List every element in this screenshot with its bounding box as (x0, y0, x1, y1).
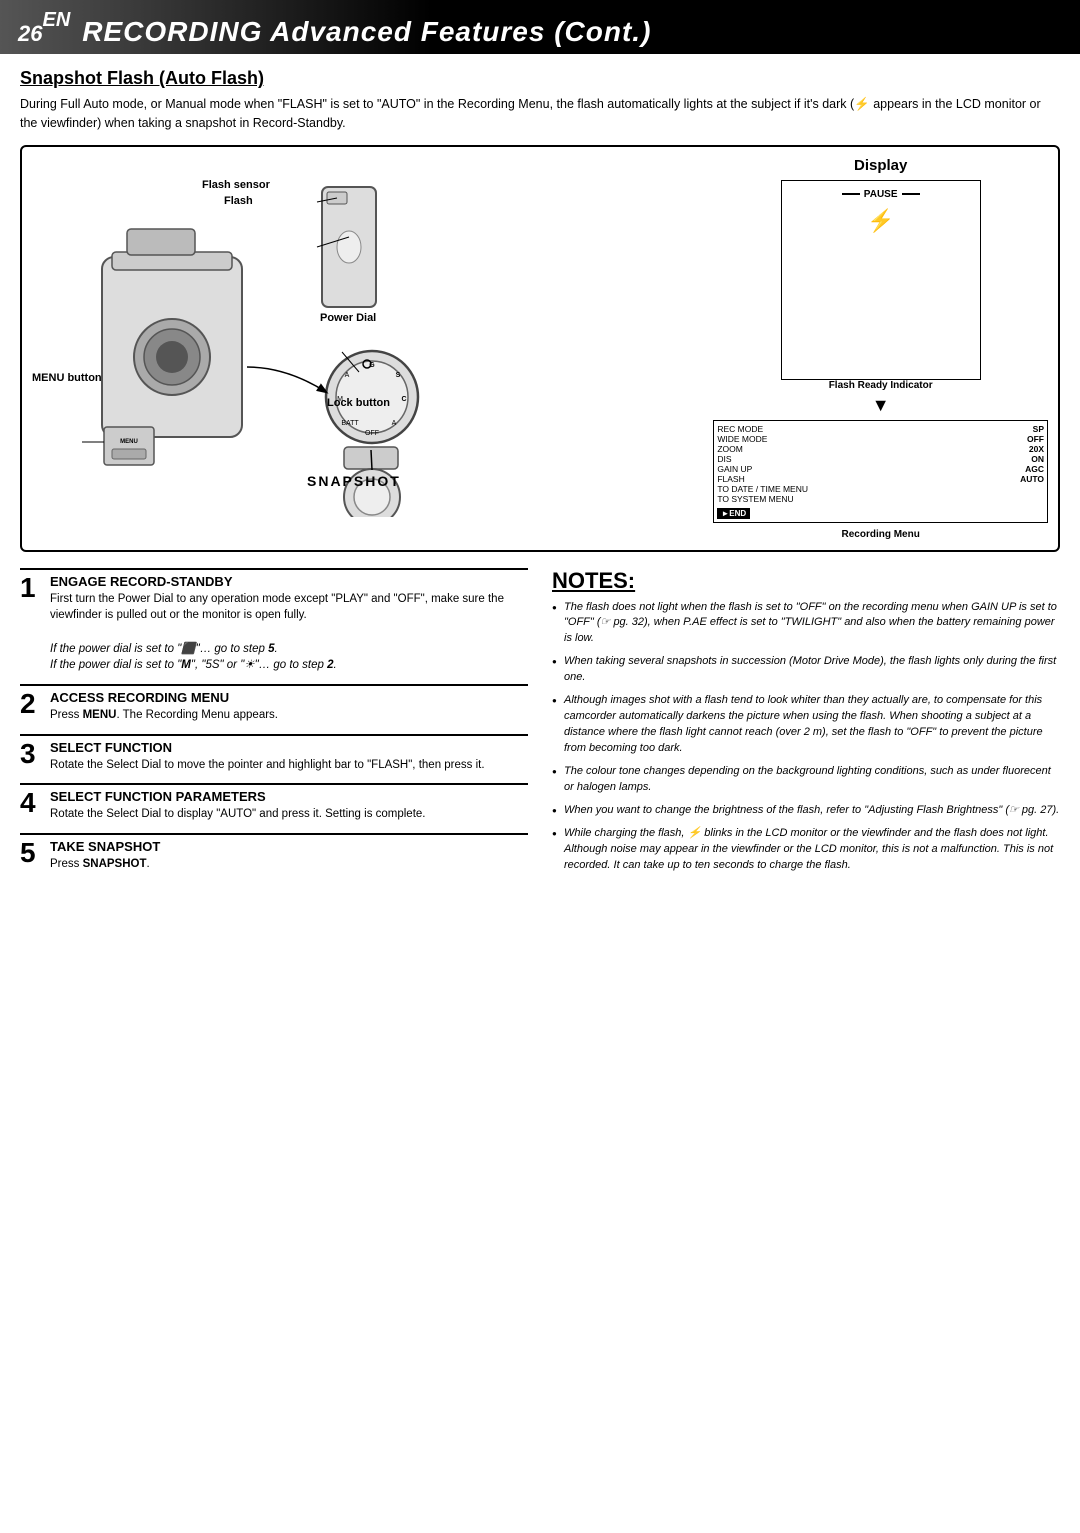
main-content: Snapshot Flash (Auto Flash) During Full … (0, 54, 1080, 897)
note-3: Although images shot with a flash tend t… (552, 693, 1060, 757)
svg-text:S: S (396, 372, 401, 379)
section-heading: Snapshot Flash (Auto Flash) (20, 68, 1060, 89)
label-power-dial: Power Dial (320, 312, 376, 324)
page-header: 26EN RECORDING Advanced Features (Cont.) (0, 0, 1080, 54)
flash-symbol: ⚡ (788, 208, 974, 234)
step-5-title: TAKE SNAPSHOT (50, 839, 528, 854)
label-flash: Flash (224, 195, 253, 207)
svg-text:C: C (401, 396, 406, 403)
step-4-body: Rotate the Select Dial to display "AUTO"… (50, 806, 528, 823)
step-2-content: ACCESS RECORDING MENU Press MENU. The Re… (50, 690, 528, 724)
page-title: RECORDING Advanced Features (Cont.) (82, 16, 651, 48)
gain-up-row: GAIN UP AGC (717, 464, 1044, 474)
step-3-content: SELECT FUNCTION Rotate the Select Dial t… (50, 740, 528, 774)
pause-line-right (902, 193, 920, 195)
end-bar: ►END (717, 508, 750, 519)
flash-ready-label: Flash Ready Indicator (829, 380, 933, 391)
to-date-row: TO DATE / TIME MENU (717, 484, 1044, 494)
step-1: 1 ENGAGE RECORD-STANDBY First turn the P… (20, 568, 528, 674)
intro-text: During Full Auto mode, or Manual mode wh… (20, 95, 1060, 133)
step-5-number: 5 (20, 839, 42, 867)
step-3: 3 SELECT FUNCTION Rotate the Select Dial… (20, 734, 528, 774)
pause-bar: PAUSE (788, 189, 974, 200)
label-flash-sensor: Flash sensor (202, 179, 270, 191)
dis-row: DIS ON (717, 454, 1044, 464)
step-5-content: TAKE SNAPSHOT Press SNAPSHOT. (50, 839, 528, 873)
notes-title: NOTES: (552, 568, 1060, 594)
to-system-row: TO SYSTEM MENU (717, 494, 1044, 504)
arrow-down: ▼ (872, 395, 890, 416)
rec-table: REC MODE SP WIDE MODE OFF ZOOM 20X DIS O… (713, 420, 1048, 523)
step-1-body: First turn the Power Dial to any operati… (50, 591, 528, 674)
notes-list: The flash does not light when the flash … (552, 600, 1060, 874)
svg-text:MENU: MENU (120, 439, 138, 445)
diagram-box: G S C A OFF BATT M A MENU (20, 145, 1060, 552)
note-2: When taking several snapshots in success… (552, 654, 1060, 686)
note-1: The flash does not light when the flash … (552, 600, 1060, 648)
pause-line-left (842, 193, 860, 195)
step-2-number: 2 (20, 690, 42, 718)
step-3-body: Rotate the Select Dial to move the point… (50, 757, 528, 774)
svg-text:A: A (345, 372, 350, 379)
zoom-row: ZOOM 20X (717, 444, 1044, 454)
step-4-number: 4 (20, 789, 42, 817)
display-panel: PAUSE ⚡ (781, 180, 981, 380)
svg-text:BATT: BATT (341, 420, 359, 427)
step-4-content: SELECT FUNCTION PARAMETERS Rotate the Se… (50, 789, 528, 823)
step-2-title: ACCESS RECORDING MENU (50, 690, 528, 705)
svg-text:OFF: OFF (365, 430, 379, 437)
step-5-body: Press SNAPSHOT. (50, 856, 528, 873)
notes-section: NOTES: The flash does not light when the… (552, 568, 1060, 883)
step-2-body: Press MENU. The Recording Menu appears. (50, 707, 528, 724)
step-1-content: ENGAGE RECORD-STANDBY First turn the Pow… (50, 574, 528, 674)
note-6: While charging the flash, ⚡ blinks in th… (552, 826, 1060, 874)
step-4: 4 SELECT FUNCTION PARAMETERS Rotate the … (20, 783, 528, 823)
step-1-title: ENGAGE RECORD-STANDBY (50, 574, 528, 589)
diagram-right: Display PAUSE ⚡ Flash Ready Indicator ▼ … (713, 157, 1048, 540)
label-lock-button: Lock button (327, 397, 390, 409)
note-4: The colour tone changes depending on the… (552, 764, 1060, 796)
step-3-title: SELECT FUNCTION (50, 740, 528, 755)
label-menu-button: MENU button (32, 372, 102, 384)
recording-menu-label: Recording Menu (841, 529, 919, 540)
bottom-section: 1 ENGAGE RECORD-STANDBY First turn the P… (20, 568, 1060, 883)
steps-left: 1 ENGAGE RECORD-STANDBY First turn the P… (20, 568, 528, 883)
camera-diagram: G S C A OFF BATT M A MENU (32, 157, 462, 517)
svg-text:A: A (392, 420, 397, 427)
wide-mode-row: WIDE MODE OFF (717, 434, 1044, 444)
flash-row: FLASH AUTO (717, 474, 1044, 484)
step-3-number: 3 (20, 740, 42, 768)
label-snapshot: SNAPSHOT (307, 473, 401, 489)
rec-mode-row: REC MODE SP (717, 424, 1044, 434)
step-1-number: 1 (20, 574, 42, 602)
step-4-title: SELECT FUNCTION PARAMETERS (50, 789, 528, 804)
display-label: Display (854, 157, 907, 174)
step-2: 2 ACCESS RECORDING MENU Press MENU. The … (20, 684, 528, 724)
page-number: 26EN (18, 6, 70, 48)
step-5: 5 TAKE SNAPSHOT Press SNAPSHOT. (20, 833, 528, 873)
diagram-left: G S C A OFF BATT M A MENU (32, 157, 701, 520)
note-5: When you want to change the brightness o… (552, 803, 1060, 819)
